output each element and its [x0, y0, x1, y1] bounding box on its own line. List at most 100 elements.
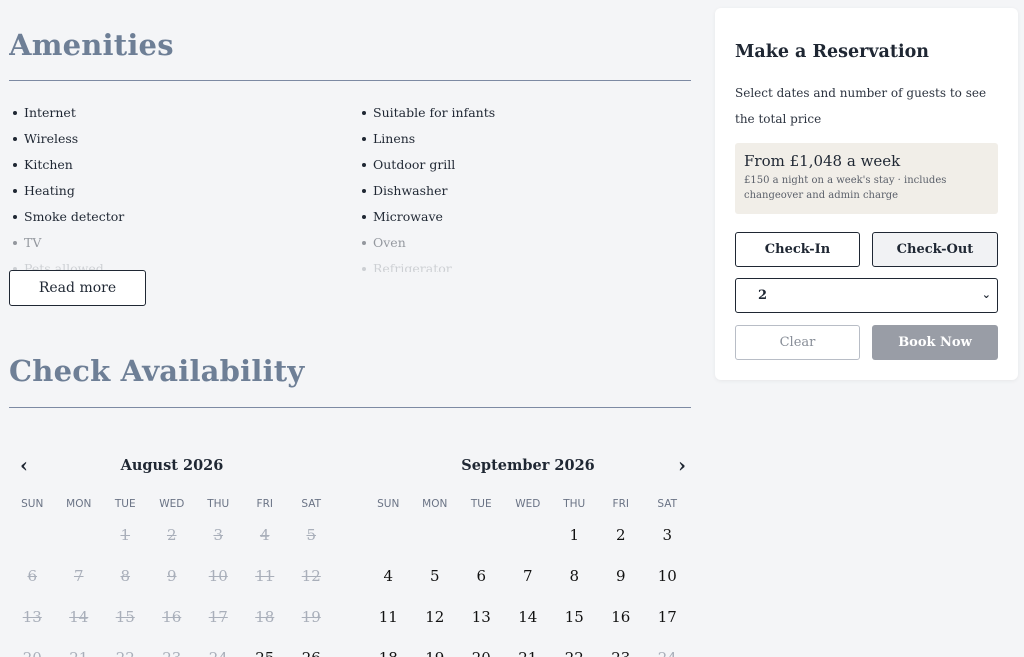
calendar-day: 4 — [259, 526, 270, 544]
calendar-day[interactable]: 8 — [551, 561, 598, 602]
calendar-day[interactable]: 4 — [365, 561, 412, 602]
amenity-label: Outdoor grill — [373, 157, 456, 172]
month-label: September 2026 — [461, 456, 595, 474]
calendar-days: 1234567891011121314151617181920212223242… — [9, 520, 335, 657]
calendar-day[interactable]: 2 — [598, 520, 645, 561]
amenity-item: Wireless — [9, 126, 124, 152]
amenity-item: Smoke detector — [9, 204, 124, 230]
weekday-label: FRI — [612, 498, 629, 510]
calendar-day: 19 — [301, 608, 321, 626]
amenity-item: Heating — [9, 178, 124, 204]
amenity-label: Suitable for infants — [373, 105, 496, 120]
bullet-icon — [362, 111, 366, 115]
calendar-day: 12 — [301, 567, 321, 585]
amenity-label: Smoke detector — [24, 209, 125, 224]
amenity-item: TV — [9, 230, 124, 256]
amenities-list: Internet Wireless Kitchen Heating Smoke dete… — [9, 100, 691, 272]
amenity-label: Linens — [373, 131, 416, 146]
calendar-day: 20 — [9, 643, 56, 657]
calendar-day: 8 — [120, 567, 131, 585]
calendar-day: 18 — [255, 608, 275, 626]
weekday-label: TUE — [470, 498, 492, 510]
calendar-day: 21 — [56, 643, 103, 657]
guests-select[interactable]: 2 ⌄ — [735, 278, 998, 313]
amenity-label: Internet — [24, 105, 76, 120]
calendar-day[interactable]: 14 — [505, 602, 552, 643]
calendar-header: ‹ August 2026 — [9, 450, 335, 480]
bullet-icon — [13, 241, 17, 245]
chevron-right-icon[interactable]: › — [671, 453, 691, 477]
bullet-icon — [362, 241, 366, 245]
calendar-day[interactable]: 18 — [365, 643, 412, 657]
amenity-label: Dishwasher — [373, 183, 448, 198]
calendar-day: 22 — [102, 643, 149, 657]
calendar-day[interactable]: 26 — [288, 643, 335, 657]
reservation-title: Make a Reservation — [735, 42, 930, 62]
book-now-button[interactable]: Book Now — [872, 325, 998, 360]
bullet-icon — [362, 189, 366, 193]
amenity-item: Linens — [358, 126, 495, 152]
calendar-day[interactable]: 9 — [598, 561, 645, 602]
weekday-label: MON — [66, 498, 92, 510]
calendar-day[interactable]: 25 — [242, 643, 289, 657]
calendar-day[interactable]: 7 — [505, 561, 552, 602]
calendar-day[interactable]: 10 — [644, 561, 691, 602]
amenity-label: Heating — [24, 183, 75, 198]
amenity-label: TV — [24, 235, 42, 250]
weekday-header: SUN MON TUE WED THU FRI SAT — [9, 494, 335, 514]
amenities-title: Amenities — [9, 28, 174, 62]
clear-button[interactable]: Clear — [735, 325, 860, 360]
calendar-day: 15 — [115, 608, 135, 626]
calendar-day[interactable]: 15 — [551, 602, 598, 643]
weekday-header: SUN MON TUE WED THU FRI SAT — [365, 494, 691, 514]
check-in-button[interactable]: Check-In — [735, 232, 860, 267]
price-main: From £1,048 a week — [744, 152, 901, 170]
calendar-day[interactable]: 6 — [458, 561, 505, 602]
calendar-day[interactable]: 23 — [598, 643, 645, 657]
calendar-day: 1 — [120, 526, 131, 544]
amenity-item: Dishwasher — [358, 178, 495, 204]
reservation-subtitle: Select dates and number of guests to see… — [735, 86, 987, 126]
calendar-day[interactable]: 12 — [412, 602, 459, 643]
calendar-day[interactable]: 17 — [644, 602, 691, 643]
calendar-day[interactable]: 22 — [551, 643, 598, 657]
amenity-label: Refrigerator — [373, 261, 452, 272]
weekday-label: WED — [515, 498, 541, 510]
calendar-day: 17 — [208, 608, 228, 626]
availability-title: Check Availability — [9, 354, 305, 388]
month-label: August 2026 — [120, 456, 224, 474]
calendar-day: 24 — [195, 643, 242, 657]
bullet-icon — [362, 137, 366, 141]
calendar-day[interactable]: 16 — [598, 602, 645, 643]
chevron-down-icon: ⌄ — [981, 288, 991, 301]
amenity-item: Kitchen — [9, 152, 124, 178]
bullet-icon — [13, 163, 17, 167]
read-more-button[interactable]: Read more — [9, 270, 146, 306]
amenity-label: Wireless — [24, 131, 79, 146]
calendar-day[interactable]: 11 — [365, 602, 412, 643]
amenities-column-1: Internet Wireless Kitchen Heating Smoke dete… — [9, 100, 124, 272]
weekday-label: TUE — [114, 498, 136, 510]
calendar-day[interactable]: 20 — [458, 643, 505, 657]
weekday-label: SUN — [377, 498, 400, 510]
bullet-icon — [13, 137, 17, 141]
calendar-day: 7 — [73, 567, 84, 585]
calendar-day[interactable]: 1 — [551, 520, 598, 561]
guests-value: 2 — [758, 288, 768, 303]
calendar-september: September 2026 › SUN MON TUE WED THU FRI SAT 1… — [365, 450, 691, 657]
weekday-label: THU — [207, 498, 230, 510]
calendar-day: 14 — [69, 608, 89, 626]
calendar-day[interactable]: 3 — [644, 520, 691, 561]
calendar-day: 13 — [22, 608, 42, 626]
calendar-day[interactable]: 21 — [505, 643, 552, 657]
main-content: Amenities Internet Wireless Kitchen Heating… — [9, 0, 691, 657]
calendar-day: 2 — [166, 526, 177, 544]
calendar-day[interactable]: 19 — [412, 643, 459, 657]
chevron-left-icon[interactable]: ‹ — [13, 453, 35, 477]
price-summary: From £1,048 a week £150 a night on a wee… — [735, 143, 998, 214]
calendar-day: 11 — [255, 567, 275, 585]
calendar-day[interactable]: 13 — [458, 602, 505, 643]
check-out-button[interactable]: Check-Out — [872, 232, 998, 267]
calendar-day[interactable]: 5 — [412, 561, 459, 602]
amenity-item: Refrigerator — [358, 256, 495, 272]
